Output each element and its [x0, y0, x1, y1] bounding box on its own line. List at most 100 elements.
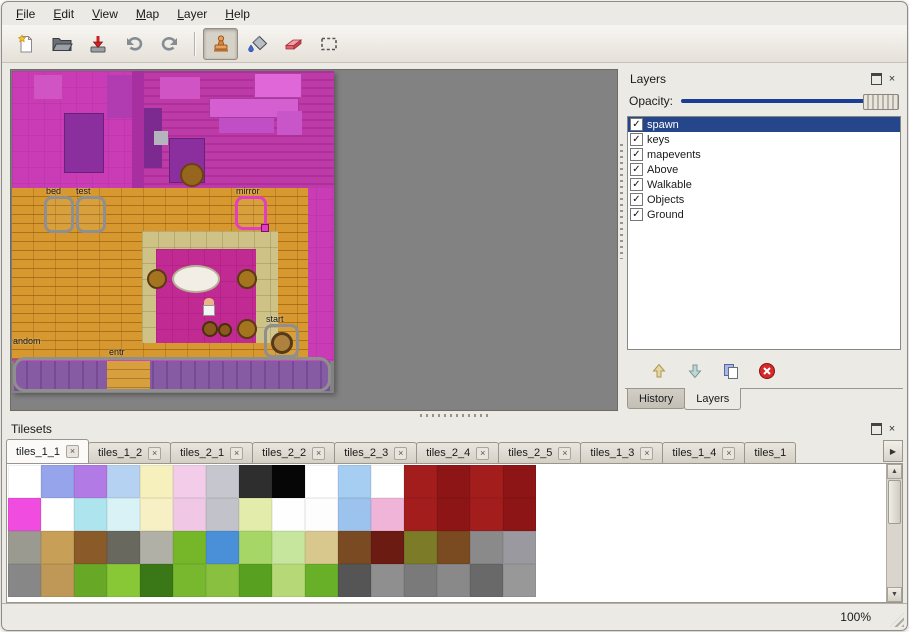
- map-object-bed[interactable]: [44, 196, 74, 233]
- menu-view[interactable]: View: [84, 4, 126, 24]
- tileset-view[interactable]: ▲ ▼: [6, 463, 903, 603]
- tileset-tab[interactable]: tiles_1_1 ×: [6, 439, 89, 463]
- move-layer-up-button[interactable]: [647, 359, 671, 383]
- layer-row-keys[interactable]: ✓ keys: [628, 132, 900, 147]
- map-render[interactable]: bed test mirror start andom entr: [12, 71, 334, 393]
- stamp-brush-button[interactable]: [203, 28, 238, 60]
- map-furniture: [132, 71, 144, 188]
- tab-scroll-right-button[interactable]: ▶: [883, 440, 903, 462]
- close-icon[interactable]: ×: [312, 447, 325, 460]
- tile-grid[interactable]: [8, 465, 536, 597]
- slider-handle[interactable]: [863, 94, 899, 110]
- scroll-down-button[interactable]: ▼: [887, 587, 902, 602]
- status-bar: 100%: [2, 603, 907, 630]
- menu-file[interactable]: File: [8, 4, 43, 24]
- menu-help[interactable]: Help: [217, 4, 258, 24]
- close-icon[interactable]: ×: [558, 447, 571, 460]
- eraser-icon: [282, 35, 304, 53]
- tilesets-dock: Tilesets × tiles_1_1 × tiles_1_2 × tiles…: [2, 419, 907, 603]
- tileset-tab[interactable]: tiles_2_4 ×: [416, 442, 499, 463]
- layer-row-walkable[interactable]: ✓ Walkable: [628, 177, 900, 192]
- scroll-up-button[interactable]: ▲: [887, 464, 902, 479]
- redo-icon: [160, 34, 180, 54]
- tab-history[interactable]: History: [627, 389, 685, 409]
- close-icon[interactable]: ×: [640, 447, 653, 460]
- rect-select-icon: [319, 34, 339, 54]
- layer-row-mapevents[interactable]: ✓ mapevents: [628, 147, 900, 162]
- close-icon[interactable]: ×: [722, 447, 735, 460]
- checkbox-icon[interactable]: ✓: [630, 178, 643, 191]
- layer-row-spawn[interactable]: ✓ spawn: [628, 117, 900, 132]
- tileset-tab[interactable]: tiles_1_3 ×: [580, 442, 663, 463]
- eraser-button[interactable]: [275, 28, 310, 60]
- layer-row-above[interactable]: ✓ Above: [628, 162, 900, 177]
- tileset-tab[interactable]: tiles_2_3 ×: [334, 442, 417, 463]
- checkbox-icon[interactable]: ✓: [630, 193, 643, 206]
- layer-row-ground[interactable]: ✓ Ground: [628, 207, 900, 222]
- tileset-tab[interactable]: tiles_1_4 ×: [662, 442, 745, 463]
- map-table: [172, 265, 220, 293]
- horizontal-splitter[interactable]: [2, 411, 907, 419]
- arrow-up-icon: [650, 362, 668, 380]
- tab-layers[interactable]: Layers: [684, 388, 741, 410]
- map-object-test[interactable]: [76, 196, 106, 233]
- dock-close-button[interactable]: ×: [884, 422, 900, 437]
- tileset-tab[interactable]: tiles_2_2 ×: [252, 442, 335, 463]
- dock-float-button[interactable]: [868, 422, 884, 437]
- object-label: test: [76, 186, 91, 196]
- tileset-tab-bar: tiles_1_1 × tiles_1_2 × tiles_2_1 × tile…: [6, 439, 903, 463]
- scrollbar-track[interactable]: [887, 525, 902, 587]
- checkbox-icon[interactable]: ✓: [630, 163, 643, 176]
- float-icon: [871, 423, 882, 435]
- new-file-button[interactable]: [8, 28, 43, 60]
- delete-layer-button[interactable]: [755, 359, 779, 383]
- scrollbar-thumb[interactable]: [888, 480, 901, 524]
- close-icon[interactable]: ×: [148, 447, 161, 460]
- redo-button[interactable]: [152, 28, 187, 60]
- dock-tab-bar: History Layers: [625, 388, 903, 411]
- checkbox-icon[interactable]: ✓: [630, 133, 643, 146]
- opacity-slider[interactable]: [681, 93, 899, 109]
- dock-close-button[interactable]: ×: [884, 72, 900, 87]
- bucket-fill-button[interactable]: [239, 28, 274, 60]
- layer-name: mapevents: [647, 149, 701, 161]
- menu-edit[interactable]: Edit: [45, 4, 82, 24]
- close-icon[interactable]: ×: [66, 445, 79, 458]
- tileset-tab[interactable]: tiles_2_1 ×: [170, 442, 253, 463]
- layer-name: spawn: [647, 119, 679, 131]
- checkbox-icon[interactable]: ✓: [630, 148, 643, 161]
- object-label: entr: [109, 347, 125, 357]
- tileset-tab[interactable]: tiles_1: [744, 442, 796, 463]
- dock-float-button[interactable]: [868, 72, 884, 87]
- layer-name: Walkable: [647, 179, 692, 191]
- layers-dock-title: Layers: [630, 72, 666, 86]
- save-file-button[interactable]: [80, 28, 115, 60]
- map-stool: [237, 269, 257, 289]
- close-icon[interactable]: ×: [230, 447, 243, 460]
- rect-select-button[interactable]: [311, 28, 346, 60]
- undo-button[interactable]: [116, 28, 151, 60]
- open-file-button[interactable]: [44, 28, 79, 60]
- checkbox-icon[interactable]: ✓: [630, 208, 643, 221]
- map-object-entrance[interactable]: [13, 357, 331, 392]
- tileset-scrollbar[interactable]: ▲ ▼: [886, 464, 902, 602]
- close-icon[interactable]: ×: [476, 447, 489, 460]
- tab-label: tiles_1: [754, 447, 786, 459]
- map-object-start[interactable]: [264, 324, 299, 358]
- layer-name: Above: [647, 164, 678, 176]
- move-layer-down-button[interactable]: [683, 359, 707, 383]
- checkbox-icon[interactable]: ✓: [630, 118, 643, 131]
- duplicate-layer-button[interactable]: [719, 359, 743, 383]
- vertical-splitter[interactable]: [618, 69, 625, 411]
- object-resize-handle[interactable]: [261, 224, 269, 232]
- menu-map[interactable]: Map: [128, 4, 167, 24]
- menu-layer[interactable]: Layer: [169, 4, 215, 24]
- close-icon[interactable]: ×: [394, 447, 407, 460]
- undo-icon: [124, 34, 144, 54]
- layer-row-objects[interactable]: ✓ Objects: [628, 192, 900, 207]
- map-furniture: [34, 75, 62, 99]
- map-canvas[interactable]: bed test mirror start andom entr: [10, 69, 618, 411]
- tileset-tab[interactable]: tiles_2_5 ×: [498, 442, 581, 463]
- tileset-tab[interactable]: tiles_1_2 ×: [88, 442, 171, 463]
- resize-grip[interactable]: [890, 613, 904, 627]
